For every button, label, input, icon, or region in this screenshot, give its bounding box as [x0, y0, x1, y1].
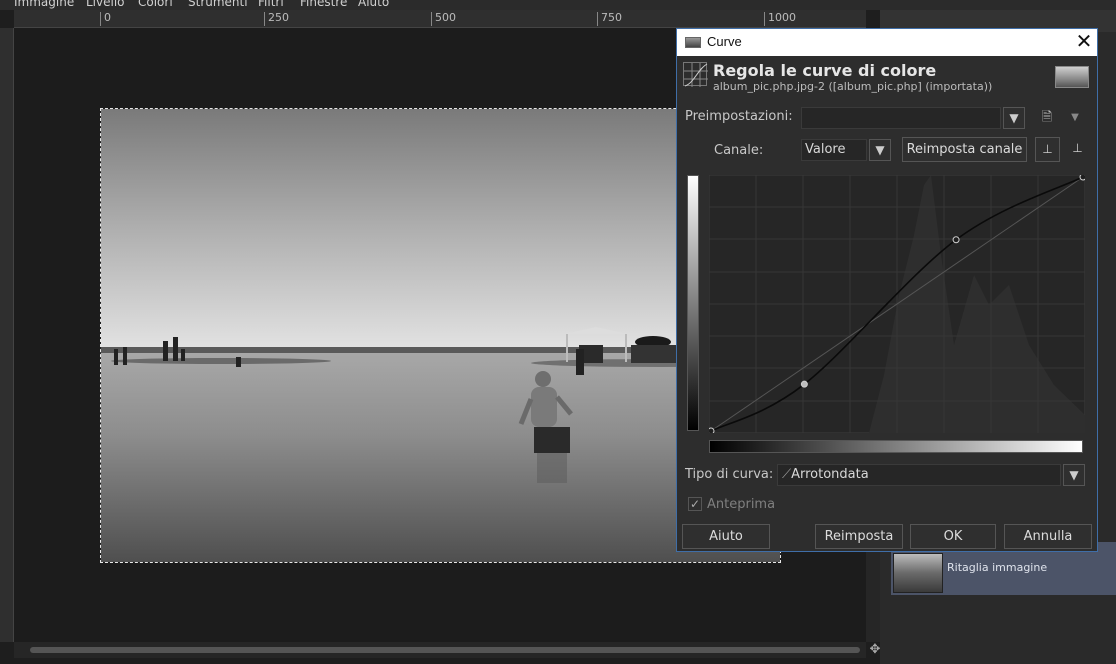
- channel-label: Canale:: [714, 143, 764, 158]
- ruler-tick: 250: [264, 12, 289, 26]
- image-thumbnail: [1055, 66, 1089, 88]
- dialog-titlebar[interactable]: Curve ✕: [677, 29, 1097, 56]
- horizontal-scrollbar[interactable]: [14, 642, 866, 658]
- smooth-curve-icon: ⟋: [782, 467, 792, 482]
- dialog-header-title: Regola le curve di colore: [713, 61, 937, 80]
- curve-control-point[interactable]: [952, 236, 960, 244]
- presets-label: Preimpostazioni:: [685, 109, 793, 124]
- preview-label: Anteprima: [707, 497, 776, 512]
- menu-colori[interactable]: Colori: [138, 0, 173, 9]
- scroll-thumb[interactable]: [30, 647, 860, 653]
- window-icon: [685, 37, 701, 48]
- close-icon[interactable]: ✕: [1071, 30, 1097, 54]
- curve-graph[interactable]: [709, 175, 1085, 433]
- help-button[interactable]: Aiuto: [682, 524, 770, 549]
- channel-combo[interactable]: Valore: [801, 139, 867, 161]
- presets-combo[interactable]: [801, 107, 1001, 129]
- horizontal-ruler[interactable]: 0 250 500 750 1000: [14, 10, 866, 28]
- curve-type-value: Arrotondata: [791, 467, 869, 482]
- menu-immagine[interactable]: Immagine: [14, 0, 74, 9]
- reset-channel-button[interactable]: Reimposta canale: [902, 137, 1027, 162]
- menu-bar: Immagine Livello Colori Strumenti Filtri…: [0, 0, 1116, 10]
- vertical-ruler[interactable]: [0, 28, 14, 642]
- add-preset-icon[interactable]: 🗎: [1039, 109, 1055, 127]
- dialog-header-subtitle: album_pic.php.jpg-2 ([album_pic.php] (im…: [713, 80, 993, 93]
- curve-control-point[interactable]: [709, 427, 715, 433]
- curves-dialog: Curve ✕ Regola le curve di colore album_…: [676, 28, 1098, 552]
- cancel-button[interactable]: Annulla: [1004, 524, 1092, 549]
- menu-strumenti[interactable]: Strumenti: [188, 0, 248, 9]
- curve-control-point[interactable]: [1079, 175, 1085, 181]
- menu-livello[interactable]: Livello: [86, 0, 125, 9]
- curve-type-dropdown-icon[interactable]: ▼: [1063, 464, 1085, 486]
- log-histogram-icon[interactable]: ⊥: [1065, 137, 1090, 162]
- menu-aiuto[interactable]: Aiuto: [358, 0, 389, 9]
- linear-histogram-icon[interactable]: ⊥: [1035, 137, 1060, 162]
- presets-dropdown-icon[interactable]: ▼: [1003, 107, 1025, 129]
- preview-checkbox[interactable]: ✓: [688, 497, 702, 511]
- curves-icon: [683, 62, 708, 87]
- history-item-label: Ritaglia immagine: [947, 561, 1048, 574]
- ruler-tick: 500: [431, 12, 456, 26]
- ruler-tick: 0: [100, 12, 111, 26]
- curve-type-label: Tipo di curva:: [685, 467, 774, 482]
- presets-menu-icon[interactable]: ▼: [1067, 109, 1083, 127]
- ok-button[interactable]: OK: [910, 524, 996, 549]
- menu-finestre[interactable]: Finestre: [300, 0, 347, 9]
- output-gradient: [687, 175, 699, 431]
- reset-button[interactable]: Reimposta: [815, 524, 903, 549]
- ruler-tick: 750: [597, 12, 622, 26]
- channel-dropdown-icon[interactable]: ▼: [869, 139, 891, 161]
- menu-filtri[interactable]: Filtri: [258, 0, 284, 9]
- curve-control-point[interactable]: [800, 380, 808, 388]
- dialog-title: Curve: [707, 34, 742, 49]
- ruler-tick: 1000: [764, 12, 796, 26]
- curve-type-combo[interactable]: ⟋Arrotondata: [777, 464, 1061, 486]
- history-thumbnail: [893, 553, 943, 593]
- input-gradient: [709, 440, 1083, 453]
